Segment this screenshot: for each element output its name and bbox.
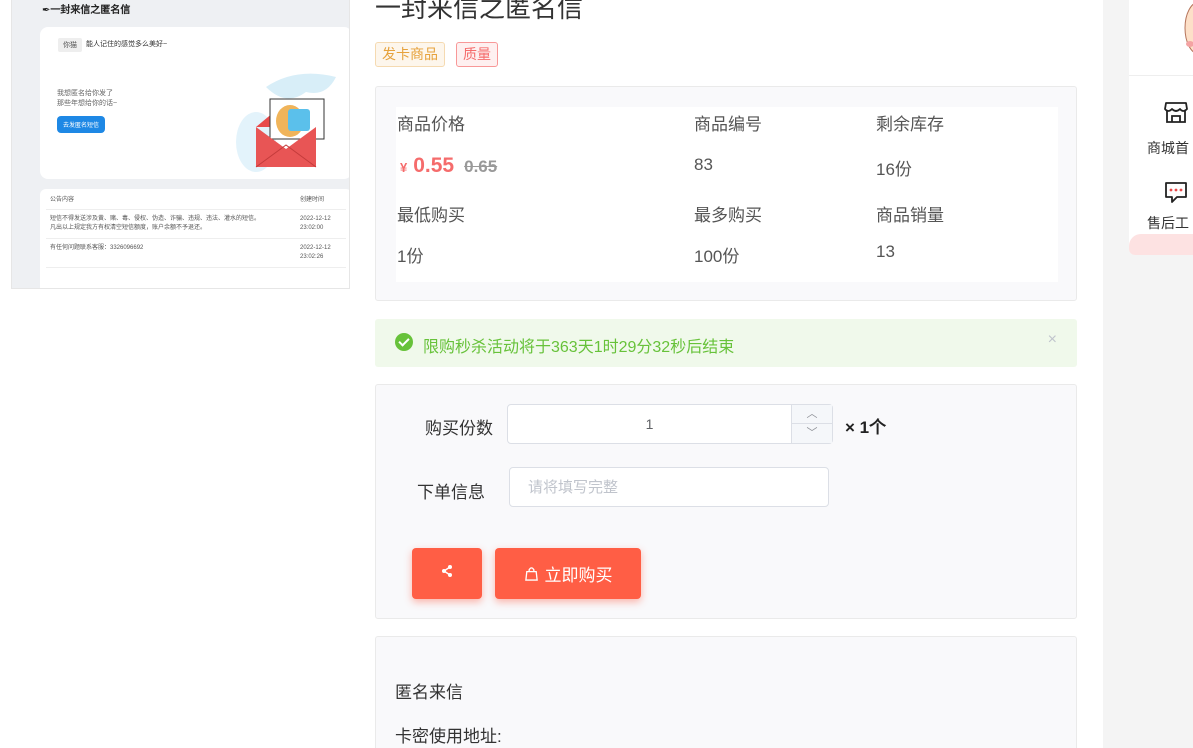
preview-table-header: 公告内容 创建时间 — [50, 197, 325, 203]
sales-label: 商品销量 — [876, 206, 944, 225]
preview-text: 我想匿名给你发了 那些年想给你的话~ — [57, 90, 118, 107]
product-info-panel: 商品价格 商品编号 剩余库存 ¥0.55 0.65 83 16份 最低购买 最多购… — [375, 86, 1077, 301]
order-info-label: 下单信息 — [417, 483, 485, 502]
stock-label: 剩余库存 — [876, 115, 944, 134]
sidebar-panel: 商城首 售后工 — [1129, 0, 1193, 255]
quantity-input[interactable]: 1 — [508, 405, 791, 443]
flash-sale-alert: 限购秒杀活动将于363天1时29分32秒后结束 × — [375, 319, 1077, 367]
sidebar-item-after-sales[interactable]: 售后工 — [1147, 213, 1193, 233]
divider — [46, 238, 346, 239]
code-label: 商品编号 — [694, 115, 762, 134]
shopping-bag-icon — [524, 567, 538, 581]
mascot-avatar — [1129, 0, 1193, 76]
old-price: 0.65 — [464, 157, 498, 176]
price-value: ¥0.55 0.65 — [400, 154, 498, 177]
preview-title: ✒一封来信之匿名信 — [42, 5, 131, 16]
tag-card-product: 发卡商品 — [375, 42, 445, 67]
preview-tag: 你猫 — [58, 38, 82, 52]
chat-icon[interactable] — [1163, 180, 1189, 204]
sidebar-item-home[interactable]: 商城首 — [1147, 138, 1193, 158]
product-preview-image: ✒一封来信之匿名信 你猫 能人记住的感觉多么美好~ 我想匿名给你发了 那些年想给… — [11, 0, 350, 289]
stock-value: 16份 — [876, 160, 912, 179]
preview-message: 能人记住的感觉多么美好~ — [86, 41, 168, 48]
preview-notice-card: 公告内容 创建时间 短信不得发送涉及黄、赌、毒、侵权、伪造、诈骗、违规、违法、灌水… — [40, 189, 349, 288]
product-title: 一封来信之匿名信 — [375, 0, 584, 23]
preview-table-row: 短信不得发送涉及黄、赌、毒、侵权、伪造、诈骗、违规、违法、灌水的短信。 凡出以上规… — [50, 216, 331, 231]
quantity-unit: × 1个 — [845, 418, 887, 437]
alert-text: 限购秒杀活动将于363天1时29分32秒后结束 — [423, 339, 735, 356]
max-value: 100份 — [694, 247, 740, 266]
code-value: 83 — [694, 155, 713, 174]
max-label: 最多购买 — [694, 206, 762, 225]
divider — [46, 209, 346, 210]
min-label: 最低购买 — [397, 206, 465, 225]
description-line: 匿名来信 — [395, 683, 463, 702]
decrease-button[interactable]: ﹀ — [792, 424, 832, 443]
check-circle-icon — [395, 333, 413, 351]
preview-send-button: 去发匿名短信 — [57, 116, 106, 133]
buy-now-label: 立即购买 — [544, 566, 613, 585]
quantity-stepper: 1 ︿ ﹀ — [507, 404, 833, 444]
sidebar-decoration — [1129, 234, 1193, 255]
close-icon[interactable]: × — [1048, 331, 1057, 349]
product-description: 匿名来信 卡密使用地址: — [375, 636, 1077, 748]
mascot-icon — [1184, 3, 1193, 53]
price-label: 商品价格 — [397, 115, 465, 134]
product-info-grid: 商品价格 商品编号 剩余库存 ¥0.55 0.65 83 16份 最低购买 最多购… — [396, 107, 1058, 282]
store-icon[interactable] — [1163, 100, 1189, 124]
tag-quality: 质量 — [456, 42, 498, 67]
buy-now-button[interactable]: 立即购买 — [495, 548, 641, 599]
stepper-buttons: ︿ ﹀ — [791, 405, 832, 443]
sales-value: 13 — [876, 242, 895, 261]
quantity-label: 购买份数 — [425, 419, 493, 438]
right-sidebar: 商城首 售后工 — [1103, 0, 1193, 748]
order-form: 购买份数 1 ︿ ﹀ × 1个 下单信息 立即购买 — [375, 384, 1077, 619]
order-info-input[interactable] — [509, 467, 829, 507]
preview-table-row: 有任何问题联系客服：3326096692 2022-12-12 23:02:26 — [50, 245, 331, 260]
min-value: 1份 — [397, 247, 424, 266]
description-line: 卡密使用地址: — [395, 727, 502, 746]
divider — [46, 267, 346, 268]
envelope-icon — [236, 73, 336, 172]
share-icon — [442, 565, 452, 577]
increase-button[interactable]: ︿ — [792, 405, 832, 424]
preview-card: 你猫 能人记住的感觉多么美好~ 我想匿名给你发了 那些年想给你的话~ 去发匿名短… — [40, 27, 349, 179]
page: ✒一封来信之匿名信 你猫 能人记住的感觉多么美好~ 我想匿名给你发了 那些年想给… — [0, 0, 1193, 748]
share-button[interactable] — [412, 548, 482, 599]
